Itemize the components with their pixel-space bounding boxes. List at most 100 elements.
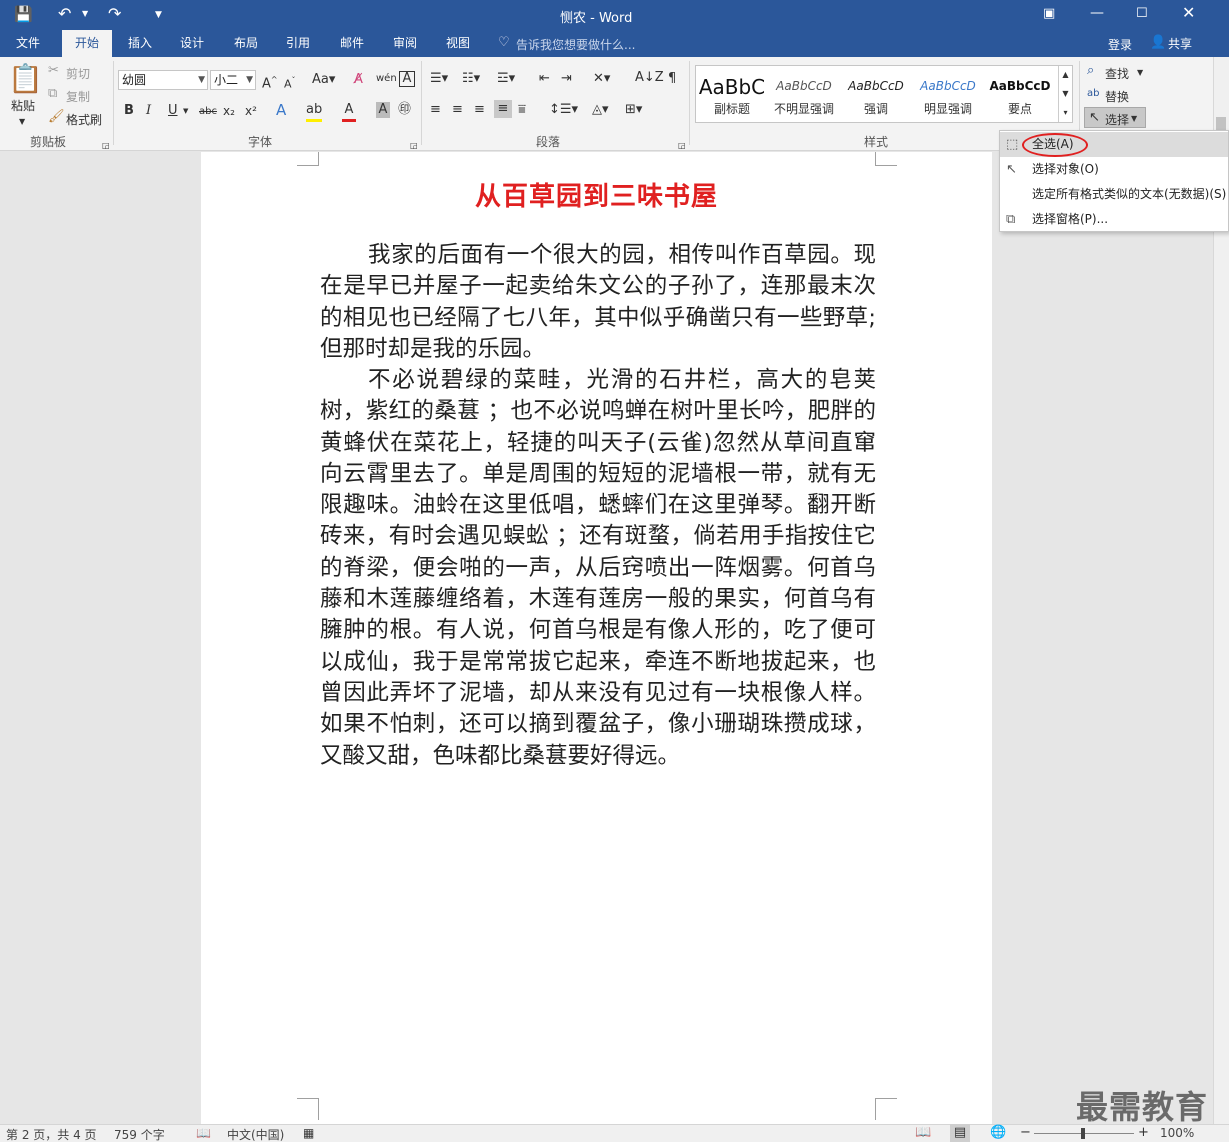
- bullets-icon[interactable]: ☰▾: [430, 70, 448, 88]
- cut-button[interactable]: 剪切: [66, 65, 90, 82]
- show-marks-icon[interactable]: ¶: [668, 70, 676, 88]
- maximize-icon[interactable]: ☐: [1136, 5, 1148, 23]
- tab-references[interactable]: 引用: [274, 30, 322, 57]
- shrink-font-icon[interactable]: Aˇ: [284, 72, 296, 94]
- underline-button[interactable]: U: [168, 102, 178, 120]
- replace-icon[interactable]: ab: [1087, 85, 1099, 103]
- document-paragraph-2[interactable]: 不必说碧绿的菜畦，光滑的石井栏，高大的皂荚树，紫红的桑葚 ；也不必说鸣蝉在树叶里…: [320, 365, 876, 772]
- line-spacing-icon[interactable]: ↕☰▾: [549, 101, 578, 119]
- gallery-scroll-up-icon[interactable]: ▲: [1058, 66, 1072, 85]
- character-border-icon[interactable]: A: [399, 71, 415, 87]
- redo-icon[interactable]: ↷: [108, 5, 121, 23]
- style-subtle-emphasis[interactable]: AaBbCcD 不明显强调: [768, 66, 840, 122]
- shading-icon[interactable]: ◬▾: [592, 101, 609, 119]
- undo-dropdown-icon[interactable]: ▼: [82, 5, 88, 23]
- align-left-icon[interactable]: ≡: [430, 101, 441, 119]
- superscript-icon[interactable]: x²: [245, 102, 257, 120]
- tab-view[interactable]: 视图: [434, 30, 482, 57]
- zoom-level[interactable]: 100%: [1160, 1126, 1194, 1140]
- font-size-select[interactable]: 小二 ▼: [210, 70, 256, 90]
- decrease-indent-icon[interactable]: ⇤: [539, 70, 550, 88]
- style-emphasis[interactable]: AaBbCcD 强调: [840, 66, 912, 122]
- document-paragraph-1[interactable]: 我家的后面有一个很大的园，相传叫作百草园。现在是早已并屋子一起卖给朱文公的子孙了…: [320, 240, 876, 365]
- proofing-icon[interactable]: 📖: [196, 1124, 211, 1142]
- menu-item-select-objects[interactable]: ↖ 选择对象(O): [1000, 157, 1228, 182]
- tab-home[interactable]: 开始: [62, 30, 112, 57]
- replace-button[interactable]: 替换: [1105, 88, 1129, 105]
- style-strong[interactable]: AaBbCcD 要点: [984, 66, 1056, 122]
- character-shading-icon[interactable]: A: [376, 102, 390, 118]
- italic-button[interactable]: I: [146, 102, 151, 120]
- paste-button[interactable]: 粘贴: [11, 97, 35, 114]
- distributed-icon[interactable]: ⩸: [518, 101, 526, 119]
- clipboard-launcher-icon[interactable]: ◲: [102, 137, 110, 155]
- zoom-out-icon[interactable]: −: [1020, 1124, 1031, 1142]
- change-case-icon[interactable]: Aa▾: [312, 71, 335, 89]
- share-button[interactable]: 共享: [1168, 35, 1192, 52]
- word-count[interactable]: 759 个字: [114, 1126, 165, 1142]
- highlight-icon[interactable]: ab: [306, 101, 322, 122]
- tab-layout[interactable]: 布局: [222, 30, 270, 57]
- find-icon[interactable]: ⌕: [1087, 62, 1094, 80]
- read-mode-icon[interactable]: 📖: [915, 1124, 931, 1142]
- menu-item-select-all[interactable]: ⬚ 全选(A): [1000, 132, 1228, 157]
- paste-dropdown-icon[interactable]: ▼: [19, 113, 25, 131]
- document-title[interactable]: 从百草园到三味书屋: [201, 176, 992, 213]
- format-painter-button[interactable]: 格式刷: [66, 111, 102, 128]
- grow-font-icon[interactable]: A^: [262, 71, 278, 93]
- increase-indent-icon[interactable]: ⇥: [561, 70, 572, 88]
- page-count[interactable]: 第 2 页，共 4 页: [6, 1126, 97, 1142]
- enclose-characters-icon[interactable]: ㊞: [398, 101, 411, 119]
- bold-button[interactable]: B: [124, 102, 134, 120]
- divider: [113, 61, 114, 145]
- sort-icon[interactable]: A↓Z: [635, 69, 664, 87]
- style-intense-emphasis[interactable]: AaBbCcD 明显强调: [912, 66, 984, 122]
- save-icon[interactable]: 💾: [14, 5, 33, 23]
- style-subtitle[interactable]: AaBbC 副标题: [696, 66, 768, 122]
- minimize-icon[interactable]: —: [1090, 4, 1104, 22]
- find-dropdown-icon[interactable]: ▼: [1137, 64, 1143, 82]
- gallery-more-icon[interactable]: ▾: [1058, 104, 1072, 122]
- multilevel-list-icon[interactable]: ☲▾: [497, 70, 515, 88]
- tab-mailings[interactable]: 邮件: [328, 30, 376, 57]
- close-icon[interactable]: ✕: [1182, 4, 1195, 22]
- tab-insert[interactable]: 插入: [116, 30, 164, 57]
- language-status[interactable]: 中文(中国): [227, 1126, 284, 1142]
- font-color-icon[interactable]: A: [342, 101, 356, 122]
- web-layout-icon[interactable]: 🌐: [990, 1124, 1006, 1142]
- gallery-scroll-down-icon[interactable]: ▼: [1058, 85, 1072, 104]
- undo-icon[interactable]: ↶: [58, 5, 71, 23]
- numbering-icon[interactable]: ☷▾: [462, 70, 480, 88]
- align-right-icon[interactable]: ≡: [474, 101, 485, 119]
- menu-item-selection-pane[interactable]: ⧉ 选择窗格(P)...: [1000, 207, 1228, 232]
- subscript-icon[interactable]: x₂: [223, 102, 235, 120]
- sign-in-link[interactable]: 登录: [1108, 36, 1132, 53]
- macro-icon[interactable]: ▦: [303, 1124, 314, 1142]
- borders-icon[interactable]: ⊞▾: [625, 101, 642, 119]
- paste-icon[interactable]: 📋: [8, 63, 43, 95]
- tell-me-box[interactable]: 告诉我您想要做什么...: [516, 36, 635, 53]
- zoom-slider-thumb[interactable]: [1081, 1128, 1085, 1139]
- copy-button[interactable]: 复制: [66, 88, 90, 105]
- align-center-icon[interactable]: ≡: [452, 101, 463, 119]
- strikethrough-button[interactable]: abc: [199, 103, 217, 121]
- tab-design[interactable]: 设计: [168, 30, 216, 57]
- phonetic-guide-icon[interactable]: wén: [376, 70, 397, 88]
- font-name-select[interactable]: 幼圆 ▼: [118, 70, 208, 90]
- print-layout-icon[interactable]: ▤: [950, 1124, 970, 1142]
- justify-icon[interactable]: ≡: [494, 100, 512, 118]
- copy-icon[interactable]: ⧉: [48, 85, 57, 103]
- ribbon-display-options-icon[interactable]: ▣: [1043, 5, 1055, 23]
- tab-review[interactable]: 审阅: [381, 30, 429, 57]
- zoom-in-icon[interactable]: +: [1138, 1124, 1149, 1142]
- text-effects-icon[interactable]: A: [276, 101, 286, 119]
- tab-file[interactable]: 文件: [4, 30, 52, 57]
- find-button[interactable]: 查找: [1105, 65, 1129, 82]
- cut-icon[interactable]: ✂: [48, 62, 59, 80]
- underline-dropdown-icon[interactable]: ▼: [183, 102, 188, 120]
- menu-item-select-similar[interactable]: 选定所有格式类似的文本(无数据)(S): [1000, 182, 1228, 207]
- asian-layout-icon[interactable]: ✕▾: [593, 70, 610, 88]
- customize-qat-icon[interactable]: ▼: [155, 6, 162, 24]
- format-painter-icon[interactable]: 🖌: [48, 108, 65, 126]
- clear-formatting-icon[interactable]: A̸: [354, 71, 363, 89]
